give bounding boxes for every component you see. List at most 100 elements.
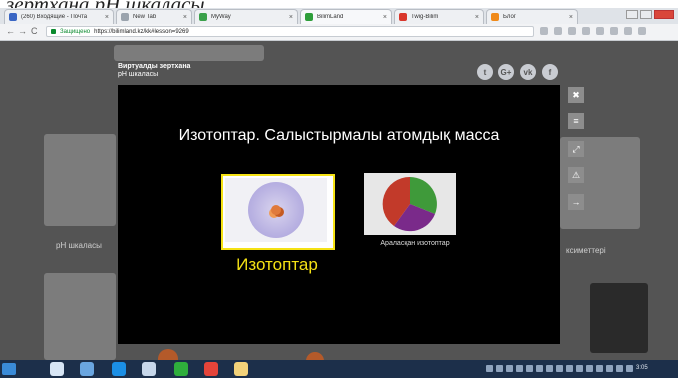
tab-label: BilimLand [317, 14, 344, 20]
mail-icon [9, 13, 17, 21]
chrome-icon[interactable] [204, 362, 218, 376]
window-controls [626, 10, 674, 19]
bg-card-lower-left[interactable] [44, 273, 116, 360]
browser-tab-bilimland[interactable]: BilimLand × [300, 9, 392, 24]
fullscreen-button[interactable]: ⤢ [568, 141, 584, 157]
next-button[interactable]: → [568, 194, 584, 210]
extension-icon[interactable] [582, 27, 590, 35]
expand-icon: ⤢ [572, 143, 580, 154]
maximize-button[interactable] [640, 10, 652, 19]
bg-decor-circle [158, 349, 178, 360]
bg-card-label: ксиметтері [566, 246, 606, 255]
tray-icon[interactable] [516, 365, 523, 372]
close-tab-icon[interactable]: × [289, 14, 293, 21]
bg-card-label: pH шкаласы [56, 241, 102, 250]
tray-icon[interactable] [486, 365, 493, 372]
tray-icon[interactable] [536, 365, 543, 372]
browser-toolbar: ← → C Защищено https://bilimland.kz/kk#l… [0, 24, 678, 41]
reload-icon[interactable]: C [31, 26, 38, 36]
option-mixed-isotopes-label[interactable]: Араласқан изотоптар [350, 240, 480, 247]
forward-arrow-icon[interactable]: → [18, 26, 27, 36]
star-icon[interactable] [554, 27, 562, 35]
close-tab-icon[interactable]: × [475, 14, 479, 21]
address-bar[interactable]: Защищено https://bilimland.kz/kk#lesson=… [46, 26, 534, 37]
back-arrow-icon[interactable]: ← [6, 26, 15, 36]
close-window-button[interactable] [654, 10, 674, 19]
explorer-icon[interactable] [80, 362, 94, 376]
start-button[interactable] [2, 363, 16, 375]
tray-icon[interactable] [566, 365, 573, 372]
taskbar-clock[interactable]: 3:05 [636, 365, 648, 371]
translate-icon[interactable] [540, 27, 548, 35]
modal-title: Изотоптар. Салыстырмалы атомдық масса [178, 127, 500, 144]
close-tab-icon[interactable]: × [183, 14, 187, 21]
app-icon[interactable] [142, 362, 156, 376]
tab-label: Twig-Bilim [411, 14, 439, 20]
warning-icon: ⚠ [571, 169, 581, 180]
pie-chart-icon [382, 176, 437, 232]
menu-button[interactable]: ≡ [568, 113, 584, 129]
browser-tab-new-tab[interactable]: New Tab × [116, 9, 192, 24]
lesson-modal: Изотоптар. Салыстырмалы атомдық масса Из… [118, 85, 560, 344]
browser-tab-blog[interactable]: Блог × [486, 9, 578, 24]
facebook-icon[interactable]: f [542, 64, 558, 80]
option-mixed-isotopes[interactable] [364, 173, 456, 235]
vk-icon[interactable]: vk [520, 64, 536, 80]
nucleus-icon [271, 205, 281, 215]
myway-icon [199, 13, 207, 21]
tray-icon[interactable] [556, 365, 563, 372]
tray-icon[interactable] [616, 365, 623, 372]
report-button[interactable]: ⚠ [568, 167, 584, 183]
bg-card-ph-scale[interactable] [44, 134, 116, 226]
taskbar: 3:05 [0, 360, 678, 378]
close-tab-icon[interactable]: × [383, 14, 387, 21]
app-icon[interactable] [50, 362, 64, 376]
browser-tab-mail[interactable]: (260) Входящие - Почта × [4, 9, 114, 24]
system-tray [486, 365, 633, 372]
bg-decor-circle [306, 352, 324, 360]
extension-icons [540, 27, 646, 35]
page-icon [121, 13, 129, 21]
tray-icon[interactable] [496, 365, 503, 372]
browser-tab-twig-bilim[interactable]: Twig-Bilim × [394, 9, 484, 24]
app-icon[interactable] [174, 362, 188, 376]
skype-icon[interactable] [112, 362, 126, 376]
bg-card-lower-right[interactable] [590, 283, 648, 353]
tray-icon[interactable] [576, 365, 583, 372]
option-isotopes-label[interactable]: Изотоптар [221, 255, 333, 275]
close-icon: ✖ [572, 89, 580, 100]
minimize-button[interactable] [626, 10, 638, 19]
close-tab-icon[interactable]: × [105, 14, 109, 21]
tab-label: (260) Входящие - Почта [21, 14, 88, 20]
tab-label: Блог [503, 14, 516, 20]
tab-label: MyWay [211, 14, 231, 20]
folder-icon[interactable] [234, 362, 248, 376]
tray-icon[interactable] [586, 365, 593, 372]
tray-icon[interactable] [626, 365, 633, 372]
tab-label: New Tab [133, 14, 157, 20]
extension-icon[interactable] [596, 27, 604, 35]
menu-icon: ≡ [573, 116, 579, 126]
secure-label: Защищено [60, 28, 91, 35]
google-plus-icon[interactable]: G+ [498, 64, 514, 80]
tray-icon[interactable] [526, 365, 533, 372]
page-title: Виртуалды зертхана [118, 63, 191, 70]
tray-icon[interactable] [606, 365, 613, 372]
isotope-thumbnail [225, 178, 327, 242]
page-content: pH шкаласы ксиметтері Виртуалды зертхана… [0, 41, 678, 360]
option-isotopes[interactable] [221, 174, 335, 250]
menu-dots-icon[interactable] [638, 27, 646, 35]
tray-icon[interactable] [546, 365, 553, 372]
extension-icon[interactable] [568, 27, 576, 35]
tray-icon[interactable] [596, 365, 603, 372]
extension-icon[interactable] [610, 27, 618, 35]
tray-icon[interactable] [506, 365, 513, 372]
close-tab-icon[interactable]: × [569, 14, 573, 21]
extension-icon[interactable] [624, 27, 632, 35]
browser-tab-myway[interactable]: MyWay × [194, 9, 298, 24]
browser-tab-strip: (260) Входящие - Почта × New Tab × MyWay… [0, 8, 678, 24]
blog-icon [491, 13, 499, 21]
lock-icon [51, 29, 56, 34]
twitter-icon[interactable]: t [477, 64, 493, 80]
close-button[interactable]: ✖ [568, 87, 584, 103]
